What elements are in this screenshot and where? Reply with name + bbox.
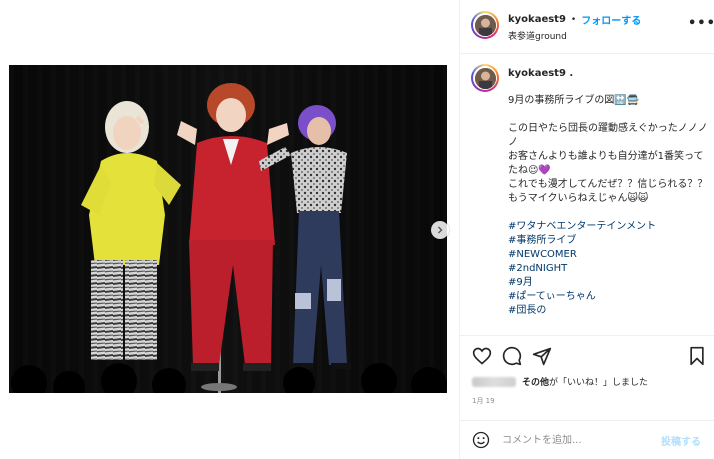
post-timestamp[interactable]: 1月 19 (472, 396, 495, 406)
separator-dot: • (570, 14, 577, 25)
next-photo-button[interactable] (431, 221, 449, 239)
username-link[interactable]: kyokaest9 (508, 14, 566, 25)
smile-emoji-icon (472, 431, 490, 449)
post-side-pane: kyokaest9 • フォローする 表参道ground ••• kyokaes… (459, 0, 714, 459)
caption-line: もうマイクいらねえじゃん🙀🙀 (508, 193, 649, 204)
hashtag-link[interactable]: #2ndNIGHT (508, 262, 708, 276)
send-icon (532, 347, 552, 366)
heart-icon (472, 347, 492, 365)
comment-icon (502, 346, 522, 366)
likes-suffix: が「いいね！」しました (549, 378, 649, 388)
post-comment-button[interactable]: 投稿する (661, 433, 701, 448)
emoji-button[interactable] (472, 431, 490, 453)
bookmark-icon (690, 346, 704, 366)
caption-line (508, 108, 708, 122)
follow-button[interactable]: フォローする (581, 12, 641, 27)
caption-username-link[interactable]: kyokaest9 . (508, 68, 573, 79)
comment-button[interactable] (502, 346, 522, 370)
hashtag-link[interactable]: #ぱーてぃーちゃん (508, 290, 708, 304)
media-pane (0, 0, 459, 459)
chevron-right-icon (438, 226, 443, 234)
caption-line: この日やたら団長の躍動感えぐかったノノノノ (508, 123, 708, 148)
blurred-username (472, 376, 516, 387)
header-user-line: kyokaest9 • フォローする (508, 12, 641, 27)
comment-bar: 投稿する (460, 420, 714, 459)
caption-line: これでも漫才してんだぜ？？信じられる？？ (508, 179, 708, 190)
hashtag-link[interactable]: #NEWCOMER (508, 248, 708, 262)
post-photo[interactable] (9, 65, 447, 393)
comment-input[interactable] (502, 431, 652, 449)
hashtag-link[interactable]: #9月 (508, 276, 708, 290)
avatar[interactable] (471, 64, 499, 92)
share-button[interactable] (532, 346, 552, 370)
more-horizontal-icon: ••• (688, 16, 714, 31)
hashtag-link[interactable]: #団長の (508, 304, 708, 318)
instagram-post: kyokaest9 • フォローする 表参道ground ••• kyokaes… (0, 0, 714, 459)
caption-text: 9月の事務所ライブの図🔛🚍 この日やたら団長の躍動感えぐかったノノノノ お客さん… (508, 94, 708, 318)
actions-bar (460, 335, 714, 375)
caption-line: お客さんよりも誰よりも自分達が1番笑ってたね😉💜 (508, 151, 704, 176)
location-link[interactable]: 表参道ground (508, 29, 567, 42)
hashtag-link[interactable]: #事務所ライブ (508, 234, 708, 248)
like-button[interactable] (472, 346, 492, 370)
more-options-button[interactable]: ••• (688, 16, 714, 31)
caption-area: kyokaest9 . 9月の事務所ライブの図🔛🚍 この日やたら団長の躍動感えぐ… (460, 54, 714, 335)
likes-summary[interactable]: その他 が「いいね！」しました (472, 375, 648, 388)
save-button[interactable] (688, 346, 706, 370)
hashtag-list: #ワタナベエンターテインメント #事務所ライブ #NEWCOMER #2ndNI… (508, 220, 708, 318)
likes-others[interactable]: その他 (522, 375, 549, 388)
post-header: kyokaest9 • フォローする 表参道ground ••• (460, 0, 714, 54)
caption-line: 9月の事務所ライブの図🔛🚍 (508, 95, 640, 106)
avatar[interactable] (471, 11, 499, 39)
hashtag-link[interactable]: #ワタナベエンターテインメント (508, 220, 708, 234)
